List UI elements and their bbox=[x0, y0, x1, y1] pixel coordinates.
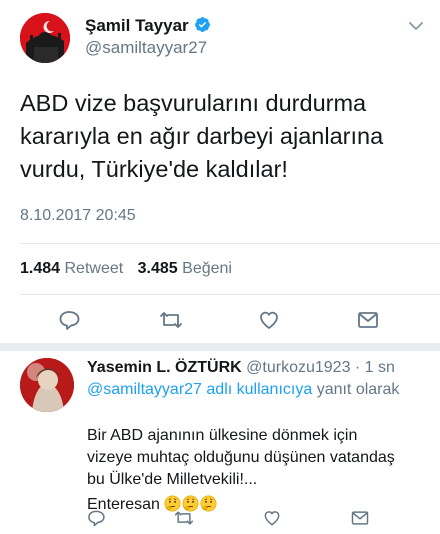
reply-text-line: Bir ABD ajanının ülkesine dönmek için bbox=[87, 427, 358, 444]
verified-badge-icon bbox=[194, 16, 211, 38]
envelope-icon[interactable] bbox=[352, 304, 384, 336]
thinking-face-emoji-icon bbox=[200, 495, 217, 512]
reply-text-line: vizeye muhtaç olduğunu düşünen vatandaş bbox=[87, 449, 395, 466]
reply-meta[interactable]: @turkozu1923 · 1 sn bbox=[246, 359, 395, 376]
retweet-label[interactable]: Retweet bbox=[65, 260, 124, 277]
tweet-stats: 1.484 Retweet 3.485 Beğeni bbox=[20, 260, 242, 278]
replying-to: @samiltayyar27 adlı kullanıcıya yanıt ol… bbox=[87, 381, 399, 399]
retweet-icon[interactable] bbox=[168, 502, 200, 534]
reply-author-name[interactable]: Yasemin L. ÖZTÜRK bbox=[87, 359, 242, 376]
reply-icon[interactable] bbox=[53, 304, 85, 336]
tweet-timestamp[interactable]: 8.10.2017 20:45 bbox=[20, 207, 136, 225]
replying-to-link[interactable]: @samiltayyar27 adlı kullanıcıya bbox=[87, 381, 312, 398]
like-count[interactable]: 3.485 bbox=[138, 260, 178, 277]
replying-to-suffix: yanıt olarak bbox=[316, 381, 400, 398]
author-name-text[interactable]: Şamil Tayyar bbox=[85, 16, 189, 35]
tweet-text-line: ABD vize başvurularını durdurma bbox=[20, 90, 367, 116]
author-name[interactable]: Şamil Tayyar bbox=[85, 16, 211, 38]
heart-icon[interactable] bbox=[253, 304, 285, 336]
tweet-text-line: kararıyla en ağır darbeyi ajanlarına bbox=[20, 123, 384, 149]
retweet-count[interactable]: 1.484 bbox=[20, 260, 60, 277]
reply-text-line: bu Ülke'de Milletvekili!... bbox=[87, 471, 258, 488]
divider bbox=[20, 294, 440, 295]
section-separator bbox=[0, 343, 440, 351]
tweet-text-line: vurdu, Türkiye'de kaldılar! bbox=[20, 156, 288, 182]
reply-author-avatar[interactable] bbox=[20, 358, 74, 412]
like-label[interactable]: Beğeni bbox=[182, 260, 232, 277]
reply-header: Yasemin L. ÖZTÜRK @turkozu1923 · 1 sn bbox=[87, 359, 395, 377]
retweet-icon[interactable] bbox=[155, 304, 187, 336]
author-handle[interactable]: @samiltayyar27 bbox=[85, 38, 207, 58]
divider bbox=[20, 243, 440, 244]
chevron-down-icon[interactable] bbox=[409, 18, 423, 36]
reply-icon[interactable] bbox=[80, 502, 112, 534]
envelope-icon[interactable] bbox=[344, 502, 376, 534]
tweet-text: ABD vize başvurularını durdurma kararıyl… bbox=[20, 87, 430, 186]
author-avatar[interactable] bbox=[20, 13, 70, 63]
heart-icon[interactable] bbox=[256, 502, 288, 534]
